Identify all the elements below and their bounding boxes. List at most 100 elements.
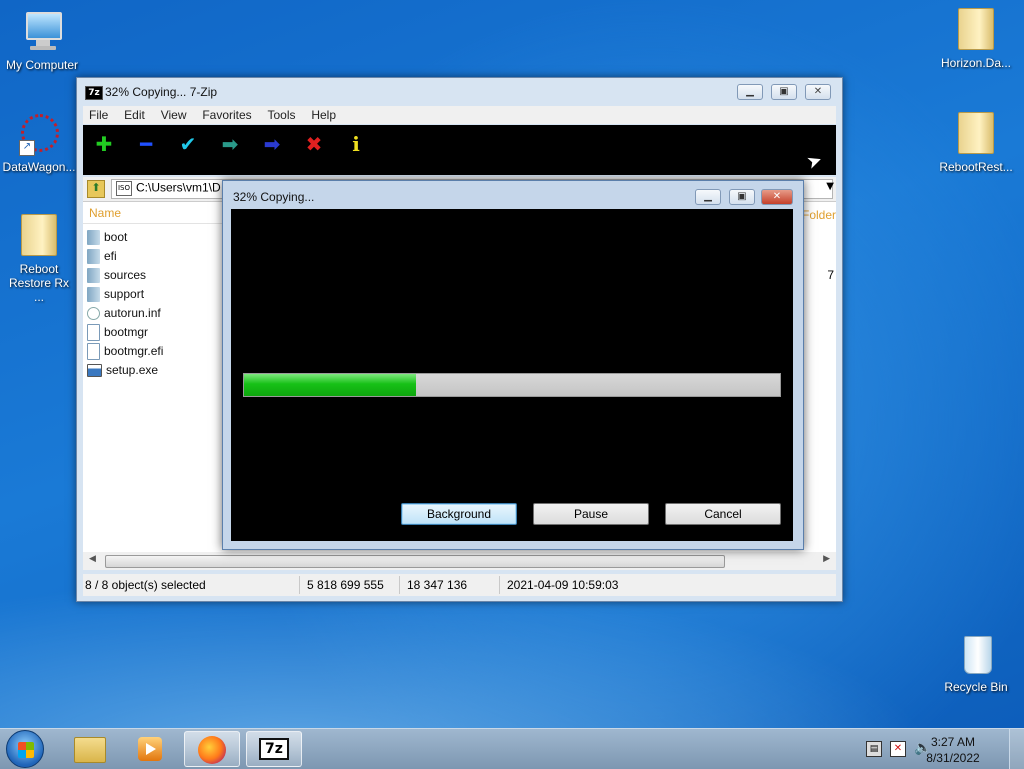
- taskbar-media-player[interactable]: [122, 731, 178, 767]
- folder-icon: [87, 268, 100, 284]
- progress-bar-fill: [244, 374, 416, 396]
- iso-icon: ISO: [116, 181, 132, 196]
- menu-view[interactable]: View: [155, 106, 193, 124]
- scroll-thumb[interactable]: [105, 555, 725, 568]
- taskbar: 7z ▤ ✕ 🔈 3:27 AM 8/31/2022: [0, 728, 1024, 769]
- desktop-icon-recycle-bin[interactable]: Recycle Bin: [934, 632, 1018, 694]
- extract-icon[interactable]: ━: [135, 133, 157, 155]
- windows-logo-icon: [18, 742, 34, 758]
- taskbar-7zip[interactable]: 7z: [246, 731, 302, 767]
- close-icon: ✕: [813, 86, 823, 97]
- toolbar: ✚ ━ ✔ ➡ ➡ ✖ i ➤: [83, 125, 836, 175]
- horizontal-scrollbar[interactable]: ◀ ▶: [83, 552, 836, 570]
- minimize-icon: ▁: [746, 86, 754, 97]
- column-header-name[interactable]: Name: [83, 206, 223, 224]
- list-item[interactable]: efi: [87, 247, 117, 265]
- status-selected: 8 / 8 object(s) selected: [85, 578, 206, 592]
- folder-icon: [954, 112, 998, 156]
- list-item[interactable]: bootmgr: [87, 323, 148, 342]
- exe-icon: [87, 364, 102, 378]
- firefox-icon: [198, 736, 226, 764]
- show-desktop-button[interactable]: [1009, 729, 1024, 769]
- up-folder-button[interactable]: ⬆: [87, 180, 105, 198]
- start-button[interactable]: [6, 730, 44, 768]
- folder-icon: [87, 230, 100, 246]
- status-bar: 8 / 8 object(s) selected 5 818 699 555 1…: [83, 574, 836, 596]
- pause-button[interactable]: Pause: [533, 503, 649, 525]
- settings-file-icon: [87, 307, 100, 321]
- desktop-icon-horizon[interactable]: Horizon.Da...: [934, 8, 1018, 70]
- cancel-button[interactable]: Cancel: [665, 503, 781, 525]
- taskbar-firefox[interactable]: [184, 731, 240, 767]
- explorer-folder-icon: [74, 737, 106, 763]
- list-item[interactable]: support: [87, 285, 144, 303]
- dialog-close-button[interactable]: ✕: [761, 189, 793, 205]
- desktop-icon-datawagon[interactable]: ↗ DataWagon...: [0, 112, 81, 174]
- background-button[interactable]: Background: [401, 503, 517, 525]
- menu-file[interactable]: File: [83, 106, 114, 124]
- desktop-icon-label: Reboot Restore Rx ...: [8, 262, 70, 304]
- column-header-folders[interactable]: Folder: [802, 208, 836, 222]
- copy-progress-dialog: 32% Copying... ▁ ▣ ✕ Background Pause Ca…: [222, 180, 804, 550]
- desktop-icon-reboot-restore[interactable]: Reboot Restore Rx ...: [0, 214, 81, 304]
- dialog-maximize-button[interactable]: ▣: [729, 189, 755, 205]
- clock[interactable]: 3:27 AM 8/31/2022: [918, 734, 988, 766]
- close-button[interactable]: ✕: [805, 84, 831, 100]
- computer-icon: [20, 10, 64, 54]
- progress-bar: [243, 373, 781, 397]
- desktop-icon-label: DataWagon...: [2, 160, 76, 174]
- tray-network-icon[interactable]: ▤: [866, 741, 882, 757]
- folder-icon: [87, 249, 100, 265]
- minimize-button[interactable]: ▁: [737, 84, 763, 100]
- menu-edit[interactable]: Edit: [118, 106, 151, 124]
- menu-favorites[interactable]: Favorites: [196, 106, 257, 124]
- list-item[interactable]: autorun.inf: [87, 304, 161, 322]
- sevenzip-app-icon: 7z: [85, 86, 103, 100]
- test-icon[interactable]: ✔: [177, 133, 199, 155]
- list-item[interactable]: sources: [87, 266, 146, 284]
- copy-icon[interactable]: ➡: [219, 133, 241, 155]
- status-packed: 18 347 136: [407, 578, 468, 592]
- desktop-icon-label: Recycle Bin: [944, 680, 1008, 694]
- list-item[interactable]: bootmgr.efi: [87, 342, 163, 361]
- dialog-body: Background Pause Cancel: [231, 209, 793, 541]
- address-dropdown-icon[interactable]: ▼: [826, 181, 834, 192]
- folders-value: 7: [827, 268, 834, 282]
- info-icon[interactable]: i: [345, 133, 367, 155]
- recycle-bin-icon: [954, 632, 998, 676]
- menu-tools[interactable]: Tools: [262, 106, 302, 124]
- desktop-icon-rebootrest[interactable]: RebootRest...: [934, 112, 1018, 174]
- taskbar-explorer[interactable]: [62, 731, 118, 767]
- menu-bar: File Edit View Favorites Tools Help: [83, 106, 836, 124]
- tray-action-center-icon[interactable]: ✕: [890, 741, 906, 757]
- scroll-left-icon[interactable]: ◀: [89, 554, 96, 564]
- maximize-button[interactable]: ▣: [771, 84, 797, 100]
- file-icon: [87, 324, 100, 342]
- list-item[interactable]: boot: [87, 228, 127, 246]
- desktop-icon-label: My Computer: [5, 58, 79, 72]
- dialog-title-bar[interactable]: 32% Copying... ▁ ▣ ✕: [223, 181, 803, 209]
- clock-date: 8/31/2022: [926, 751, 980, 765]
- mouse-cursor-icon: ➤: [803, 149, 826, 174]
- move-icon[interactable]: ➡: [261, 133, 283, 155]
- dialog-title: 32% Copying...: [233, 190, 315, 204]
- minimize-icon: ▁: [704, 191, 712, 202]
- dialog-minimize-button[interactable]: ▁: [695, 189, 721, 205]
- scroll-right-icon[interactable]: ▶: [823, 554, 830, 564]
- maximize-icon: ▣: [737, 191, 747, 202]
- maximize-icon: ▣: [779, 86, 789, 97]
- file-icon: [87, 343, 100, 361]
- menu-help[interactable]: Help: [305, 106, 342, 124]
- window-title: 32% Copying... 7-Zip: [105, 85, 218, 99]
- folder-icon: [87, 287, 100, 303]
- status-size: 5 818 699 555: [307, 578, 384, 592]
- title-bar[interactable]: 7z 32% Copying... 7-Zip ▁ ▣ ✕: [77, 78, 842, 106]
- datawagon-icon: ↗: [17, 112, 61, 156]
- add-icon[interactable]: ✚: [93, 133, 115, 155]
- delete-icon[interactable]: ✖: [303, 133, 325, 155]
- close-icon: ✕: [772, 191, 782, 202]
- address-text: C:\Users\vm1\D: [136, 180, 221, 195]
- desktop-icon-my-computer[interactable]: My Computer: [0, 10, 84, 72]
- up-arrow-icon: ⬆: [91, 181, 101, 194]
- list-item[interactable]: setup.exe: [87, 361, 158, 379]
